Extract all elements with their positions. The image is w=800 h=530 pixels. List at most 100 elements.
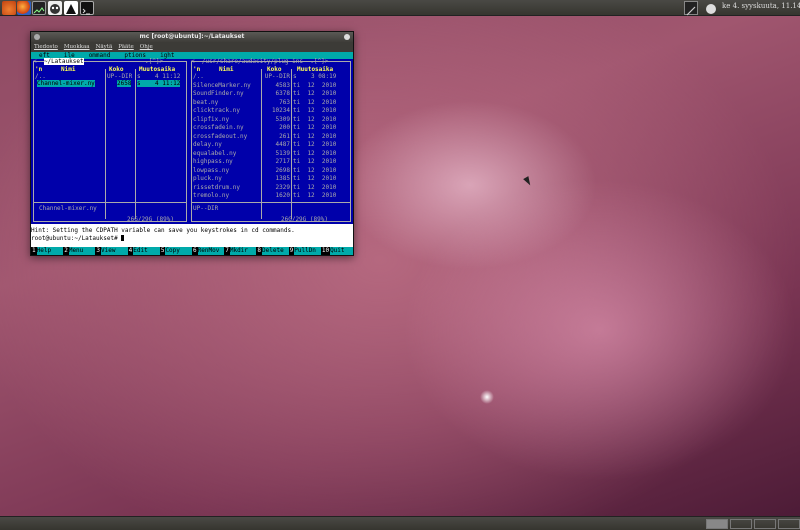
fkey-4[interactable]: 4 Edit: [127, 247, 160, 255]
column-divider: [291, 69, 292, 219]
table-cell-mtime: ti 12 2010: [293, 183, 337, 191]
workspace-3[interactable]: [754, 519, 776, 529]
window-title: mc [root@ubuntu]:~/Lataukset: [139, 33, 245, 40]
right-header-name[interactable]: Nimi: [219, 66, 233, 73]
left-file-panel[interactable]: <- ~/Lataukset-----------------.[^]> 'n …: [31, 58, 189, 224]
right-mini-status: UP--DIR: [193, 205, 219, 212]
table-row[interactable]: SoundFinder.ny: [193, 90, 244, 97]
fkey-2[interactable]: 2 Menu: [63, 247, 96, 255]
table-row[interactable]: crossfadein.ny: [193, 124, 244, 131]
table-cell-size: 200: [279, 124, 290, 131]
fkey-3[interactable]: 3 View: [95, 247, 128, 255]
table-row[interactable]: lowpass.ny: [193, 167, 229, 174]
fkey-label: Edit: [133, 247, 160, 255]
fkey-label: Menu: [68, 247, 96, 255]
firefox-icon[interactable]: [17, 1, 31, 15]
table-cell-size: 4487: [275, 141, 290, 148]
network-icon[interactable]: [684, 1, 698, 16]
table-cell-mtime: ti 12 2010: [293, 175, 337, 182]
table-cell-mtime: ti 12 2010: [293, 149, 337, 157]
right-file-panel[interactable]: <- /usr/share/audacity/plug-ins -.[^]> '…: [189, 58, 353, 224]
menu-file[interactable]: Tiedosto: [34, 44, 58, 50]
table-cell-size: 10234: [271, 107, 290, 114]
table-row[interactable]: SilenceMarker.ny: [193, 82, 251, 89]
left-header-size[interactable]: Koko: [109, 66, 123, 73]
system-monitor-icon[interactable]: [32, 1, 46, 15]
terminal-window[interactable]: mc [root@ubuntu]:~/Lataukset Tiedosto Mu…: [30, 31, 354, 256]
table-cell-size: 1385: [275, 175, 290, 182]
fkey-label: View: [101, 247, 128, 255]
column-divider: [135, 69, 136, 219]
fkey-1[interactable]: 1 Help: [31, 247, 64, 255]
table-cell-mtime: ti 12 2010: [293, 158, 337, 165]
fkey-6[interactable]: 6 RenMov: [192, 247, 225, 255]
fkey-7[interactable]: 7 Mkdir: [224, 247, 257, 255]
left-header-flag: 'n: [35, 66, 43, 73]
table-cell-size: 261: [279, 132, 290, 140]
function-key-bar: 1 Help 2 Menu 3 View 4 Edit 5 Copy 6 RenMov 7 Mkdir 8 D…: [31, 247, 354, 255]
table-row[interactable]: pluck.ny: [193, 175, 222, 182]
clock[interactable]: ke 4. syyskuuta, 11.14: [722, 2, 800, 10]
table-cell-size: 2658: [117, 80, 132, 87]
table-row[interactable]: clicktrack.ny: [193, 107, 240, 114]
mouse-pointer-icon: [523, 176, 533, 187]
table-row[interactable]: rissetdrum.ny: [193, 184, 240, 191]
fkey-label: Quit: [330, 247, 354, 255]
text-cursor: [121, 235, 125, 241]
left-header-name[interactable]: Nimi: [61, 66, 75, 73]
top-panel: ke 4. syyskuuta, 11.14: [0, 0, 800, 16]
right-header-size[interactable]: Koko: [267, 66, 281, 73]
table-cell-mtime: ti 12 2010: [293, 90, 337, 97]
workspace-2[interactable]: [730, 519, 752, 529]
table-row[interactable]: equalabel.ny: [193, 150, 236, 157]
fkey-label: Help: [36, 247, 64, 255]
table-row[interactable]: tremolo.ny: [193, 192, 229, 199]
left-disk-usage: 26G/29G (89%): [127, 216, 174, 223]
table-row[interactable]: crossfadeout.ny: [193, 133, 247, 140]
workspace-1[interactable]: [706, 519, 728, 529]
table-cell-size: 2717: [275, 158, 290, 165]
table-cell-size: 4583: [275, 81, 290, 89]
gimp-icon[interactable]: [48, 1, 62, 15]
terminal-icon[interactable]: [80, 1, 94, 15]
command-prompt[interactable]: root@ubuntu:~/Lataukset#: [31, 235, 125, 242]
table-row[interactable]: beat.ny: [193, 99, 218, 106]
table-row[interactable]: /..: [35, 73, 46, 80]
table-cell-size: UP--DIR: [264, 73, 290, 80]
terminal-area[interactable]: eft ile ommand ptions ight <- ~/Lataukse…: [31, 52, 354, 255]
fkey-label: PullDn: [294, 247, 321, 255]
table-cell-mtime: s 4 11:12: [137, 80, 181, 87]
fkey-5[interactable]: 5 Copy: [159, 247, 193, 255]
right-header-mtime[interactable]: Muutosaika: [297, 66, 333, 73]
menu-view[interactable]: Näytä: [96, 44, 113, 50]
fkey-label: RenMov: [197, 247, 225, 255]
hint-line: Hint: Setting the CDPATH variable can sa…: [31, 227, 295, 234]
right-disk-usage: 26G/29G (89%): [281, 216, 328, 223]
desktop-light-glow: [480, 390, 494, 404]
inkscape-icon[interactable]: [64, 1, 78, 15]
menu-terminal[interactable]: Pääte: [118, 44, 133, 50]
volume-icon[interactable]: [704, 1, 718, 15]
left-panel-path[interactable]: <- ~/Lataukset-----------------.[^]>: [31, 58, 189, 65]
fkey-9[interactable]: 9 PullDn: [288, 247, 321, 255]
table-row[interactable]: delay.ny: [193, 141, 222, 148]
menu-edit[interactable]: Muokkaa: [64, 44, 90, 50]
window-titlebar[interactable]: mc [root@ubuntu]:~/Lataukset: [31, 32, 353, 42]
table-cell-size: UP--DIR: [107, 73, 133, 80]
left-header-mtime[interactable]: Muutosaika: [139, 66, 175, 73]
table-cell-mtime: ti 12 2010: [293, 115, 337, 123]
fkey-10[interactable]: 10 Quit: [320, 247, 354, 255]
table-cell-size: 6378: [275, 90, 290, 97]
workspace-4[interactable]: [778, 519, 800, 529]
fkey-8[interactable]: 8 Delete: [256, 247, 289, 255]
divider: [33, 202, 187, 203]
table-cell-mtime: ti 12 2010: [293, 141, 337, 148]
table-row[interactable]: clipfix.ny: [193, 116, 229, 123]
applications-menu-icon[interactable]: [2, 1, 16, 15]
table-row[interactable]: /..: [193, 73, 204, 80]
table-cell-size: 2698: [275, 166, 290, 174]
close-icon[interactable]: [344, 34, 350, 40]
right-panel-path[interactable]: <- /usr/share/audacity/plug-ins -.[^]>: [189, 58, 353, 65]
table-row[interactable]: highpass.ny: [193, 158, 233, 165]
menu-help[interactable]: Ohje: [140, 44, 153, 50]
